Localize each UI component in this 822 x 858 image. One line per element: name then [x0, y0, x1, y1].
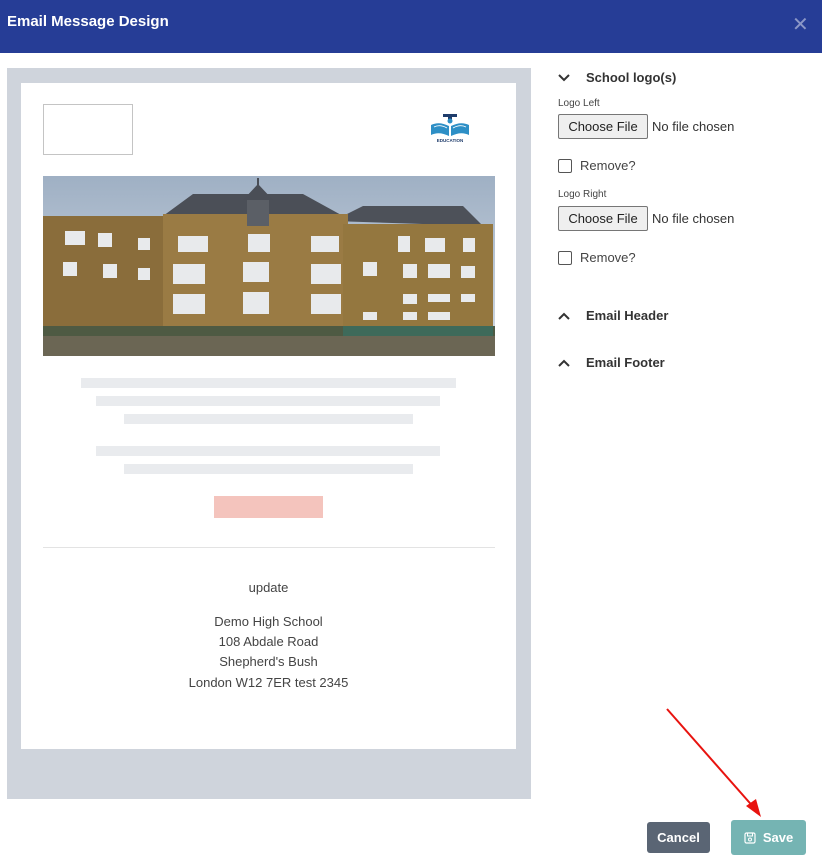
footer-address-line: 108 Abdale Road	[218, 634, 319, 649]
logo-right-remove-checkbox[interactable]	[558, 250, 572, 265]
chevron-down-icon	[558, 73, 570, 81]
logo-right-label: Logo Right	[558, 189, 607, 200]
save-label: Save	[762, 830, 794, 845]
logo-right-remove-option[interactable]: Remove?	[558, 250, 636, 265]
dialog-title: Email Message Design	[7, 13, 169, 30]
chevron-up-icon	[558, 359, 570, 367]
logo-left-file-status: No file chosen	[652, 119, 735, 134]
remove-label: Remove?	[580, 250, 636, 265]
education-logo-icon	[431, 114, 469, 136]
logo-left-remove-checkbox[interactable]	[558, 158, 572, 173]
logo-right-file-status: No file chosen	[652, 211, 735, 226]
chevron-up-icon	[558, 312, 570, 320]
dialog-header: Email Message Design ✕	[0, 0, 822, 53]
footer-address-line: Shepherd's Bush	[219, 654, 318, 669]
section-label: Email Footer	[586, 355, 665, 370]
save-button[interactable]: Save	[731, 820, 806, 855]
logo-left-label: Logo Left	[558, 98, 600, 109]
email-preview-page: EDUCATION update Demo High School 108 Ab…	[21, 83, 516, 749]
section-label: School logo(s)	[586, 70, 677, 85]
footer-update-text: update	[248, 580, 289, 595]
text-placeholder-line	[81, 378, 456, 388]
annotation-arrow-icon	[666, 708, 761, 817]
section-email-footer[interactable]: Email Footer	[557, 355, 665, 370]
email-preview-frame: EDUCATION update Demo High School 108 Ab…	[7, 68, 531, 799]
remove-label: Remove?	[580, 158, 636, 173]
footer-divider	[43, 547, 495, 548]
cancel-button[interactable]: Cancel	[647, 822, 710, 853]
logo-right-image: EDUCATION	[425, 113, 475, 145]
logo-left-remove-option[interactable]: Remove?	[558, 158, 636, 173]
button-placeholder	[214, 496, 323, 518]
section-email-header[interactable]: Email Header	[557, 308, 668, 323]
section-label: Email Header	[586, 308, 669, 323]
logo-right-choose-file-button[interactable]: Choose File	[558, 206, 648, 231]
logo-caption: EDUCATION	[437, 138, 463, 143]
logo-left-placeholder	[43, 104, 133, 155]
footer-school-name: Demo High School	[214, 614, 323, 629]
footer-address-line: London W12 7ER test 2345	[188, 675, 349, 690]
text-placeholder-line	[124, 464, 413, 474]
logo-left-file-input: Choose File No file chosen	[558, 114, 734, 139]
logo-right-file-input: Choose File No file chosen	[558, 206, 734, 231]
close-icon[interactable]: ✕	[792, 14, 809, 34]
text-placeholder-line	[96, 396, 440, 406]
section-school-logos[interactable]: School logo(s)	[557, 70, 676, 85]
logo-left-choose-file-button[interactable]: Choose File	[558, 114, 648, 139]
save-icon	[744, 831, 756, 844]
school-building-photo	[43, 176, 495, 356]
text-placeholder-line	[96, 446, 440, 456]
text-placeholder-line	[124, 414, 413, 424]
